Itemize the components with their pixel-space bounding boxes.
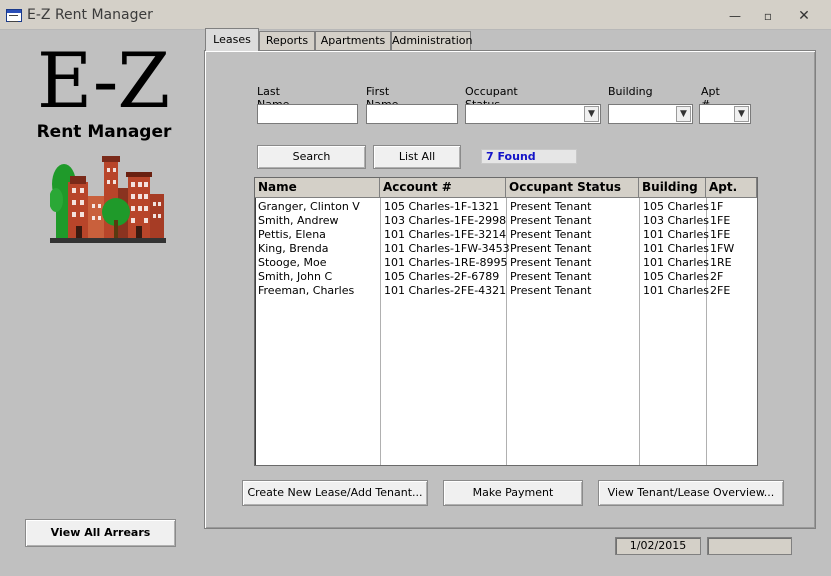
table-row[interactable]: Granger, Clinton V 105 Charles-1F-1321 P…: [255, 200, 755, 214]
cell-name: King, Brenda: [258, 242, 329, 255]
table-row[interactable]: King, Brenda 101 Charles-1FW-3453 Presen…: [255, 242, 755, 256]
table-row[interactable]: Pettis, Elena 101 Charles-1FE-3214 Prese…: [255, 228, 755, 242]
buildings-illustration-icon: [50, 156, 166, 243]
column-header-apt[interactable]: Apt.: [706, 178, 757, 198]
cell-name: Pettis, Elena: [258, 228, 326, 241]
chevron-down-icon[interactable]: ▼: [676, 106, 691, 122]
cell-occupant-status: Present Tenant: [510, 256, 592, 269]
logo-subtitle: Rent Manager: [36, 122, 172, 142]
cell-occupant-status: Present Tenant: [510, 242, 592, 255]
cell-account: 101 Charles-1FE-3214: [384, 228, 507, 241]
cell-account: 101 Charles-1RE-8995: [384, 256, 508, 269]
cell-building: 101 Charles: [643, 256, 709, 269]
title-bar: E-Z Rent Manager — ▫ ✕: [0, 0, 831, 30]
cell-account: 103 Charles-1FE-2998: [384, 214, 507, 227]
building-select[interactable]: ▼: [608, 104, 693, 124]
cell-building: 105 Charles: [643, 200, 709, 213]
tab-administration[interactable]: Administration: [391, 31, 473, 50]
cell-occupant-status: Present Tenant: [510, 214, 592, 227]
cell-account: 101 Charles-1FW-3453: [384, 242, 510, 255]
cell-account: 105 Charles-1F-1321: [384, 200, 500, 213]
cell-name: Stooge, Moe: [258, 256, 327, 269]
cell-building: 103 Charles: [643, 214, 709, 227]
create-lease-button[interactable]: Create New Lease/Add Tenant...: [242, 480, 428, 506]
view-all-arrears-button[interactable]: View All Arrears: [25, 519, 176, 547]
window-title: E-Z Rent Manager: [27, 7, 153, 23]
cell-name: Smith, John C: [258, 270, 333, 283]
make-payment-button[interactable]: Make Payment: [443, 480, 583, 506]
table-row[interactable]: Stooge, Moe 101 Charles-1RE-8995 Present…: [255, 256, 755, 270]
cell-occupant-status: Present Tenant: [510, 284, 592, 297]
form-app-icon: [6, 9, 22, 22]
table-row[interactable]: Smith, John C 105 Charles-2F-6789 Presen…: [255, 270, 755, 284]
last-name-input[interactable]: [257, 104, 358, 124]
tab-leases[interactable]: Leases: [205, 28, 259, 51]
column-header-building[interactable]: Building: [639, 178, 706, 198]
table-row[interactable]: Freeman, Charles 101 Charles-2FE-4321 Pr…: [255, 284, 755, 298]
search-button[interactable]: Search: [257, 145, 366, 169]
cell-apt: 1F: [710, 200, 724, 213]
tab-reports[interactable]: Reports: [259, 31, 315, 50]
cell-building: 101 Charles: [643, 228, 709, 241]
first-name-input[interactable]: [366, 104, 458, 124]
cell-apt: 2F: [710, 270, 724, 283]
found-count-badge: 7 Found: [481, 149, 577, 164]
cell-name: Smith, Andrew: [258, 214, 339, 227]
cell-building: 105 Charles: [643, 270, 709, 283]
cell-building: 101 Charles: [643, 242, 709, 255]
status-box: [707, 537, 792, 555]
logo-title: E-Z: [36, 36, 170, 125]
cell-account: 105 Charles-2F-6789: [384, 270, 500, 283]
column-header-account[interactable]: Account #: [380, 178, 506, 198]
apt-select[interactable]: ▼: [699, 104, 751, 124]
building-label: Building: [608, 85, 653, 98]
cell-apt: 2FE: [710, 284, 731, 297]
minimize-icon[interactable]: —: [725, 8, 745, 24]
occupant-status-select[interactable]: ▼: [465, 104, 601, 124]
column-header-occupant-status[interactable]: Occupant Status: [506, 178, 639, 198]
chevron-down-icon[interactable]: ▼: [584, 106, 599, 122]
cell-building: 101 Charles: [643, 284, 709, 297]
list-all-button[interactable]: List All: [373, 145, 461, 169]
maximize-icon[interactable]: ▫: [758, 8, 778, 24]
close-icon[interactable]: ✕: [794, 8, 814, 24]
cell-account: 101 Charles-2FE-4321: [384, 284, 507, 297]
cell-apt: 1FE: [710, 228, 731, 241]
cell-occupant-status: Present Tenant: [510, 270, 592, 283]
cell-occupant-status: Present Tenant: [510, 228, 592, 241]
cell-name: Freeman, Charles: [258, 284, 355, 297]
column-header-name[interactable]: Name: [255, 178, 380, 198]
results-listbox[interactable]: Name Account # Occupant Status Building …: [254, 177, 758, 466]
cell-apt: 1FE: [710, 214, 731, 227]
table-row[interactable]: Smith, Andrew 103 Charles-1FE-2998 Prese…: [255, 214, 755, 228]
cell-apt: 1RE: [710, 256, 732, 269]
cell-name: Granger, Clinton V: [258, 200, 360, 213]
cell-apt: 1FW: [710, 242, 735, 255]
tab-apartments[interactable]: Apartments: [315, 31, 391, 50]
chevron-down-icon[interactable]: ▼: [734, 106, 749, 122]
tenant-lease-overview-button[interactable]: View Tenant/Lease Overview...: [598, 480, 784, 506]
cell-occupant-status: Present Tenant: [510, 200, 592, 213]
current-date-display: 1/02/2015: [615, 537, 701, 555]
